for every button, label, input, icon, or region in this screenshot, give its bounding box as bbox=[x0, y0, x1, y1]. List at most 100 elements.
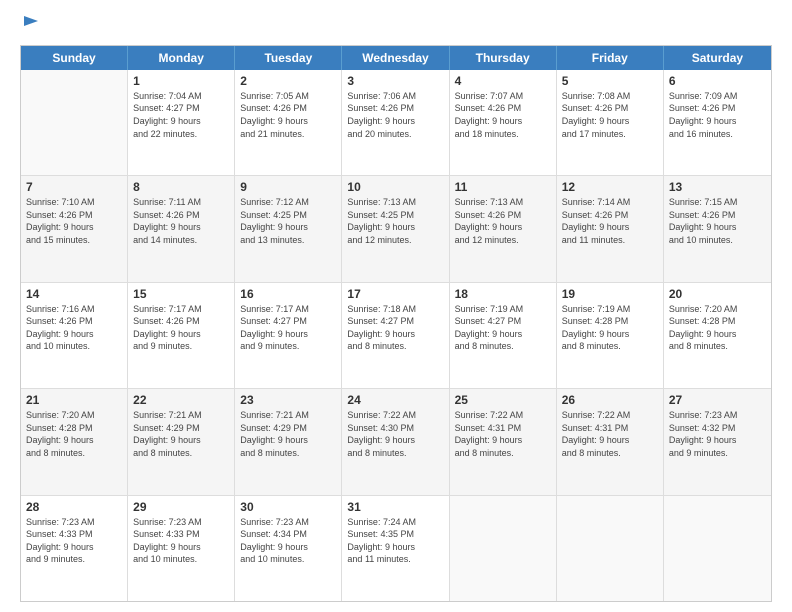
day-info: Sunrise: 7:23 AM Sunset: 4:33 PM Dayligh… bbox=[26, 516, 122, 566]
day-info: Sunrise: 7:07 AM Sunset: 4:26 PM Dayligh… bbox=[455, 90, 551, 140]
day-info: Sunrise: 7:24 AM Sunset: 4:35 PM Dayligh… bbox=[347, 516, 443, 566]
day-number: 19 bbox=[562, 287, 658, 301]
day-info: Sunrise: 7:17 AM Sunset: 4:27 PM Dayligh… bbox=[240, 303, 336, 353]
day-info: Sunrise: 7:05 AM Sunset: 4:26 PM Dayligh… bbox=[240, 90, 336, 140]
calendar-cell: 27 Sunrise: 7:23 AM Sunset: 4:32 PM Dayli… bbox=[664, 389, 771, 494]
day-number: 24 bbox=[347, 393, 443, 407]
calendar-cell: 17Sunrise: 7:18 AM Sunset: 4:27 PM Dayli… bbox=[342, 283, 449, 388]
calendar-cell: 24 Sunrise: 7:22 AM Sunset: 4:30 PM Dayli… bbox=[342, 389, 449, 494]
header bbox=[20, 16, 772, 37]
day-number: 2 bbox=[240, 74, 336, 88]
calendar-cell: 26 Sunrise: 7:22 AM Sunset: 4:31 PM Dayli… bbox=[557, 389, 664, 494]
day-number: 15 bbox=[133, 287, 229, 301]
day-number: 8 bbox=[133, 180, 229, 194]
day-info: Sunrise: 7:04 AM Sunset: 4:27 PM Dayligh… bbox=[133, 90, 229, 140]
calendar-cell: 8 Sunrise: 7:11 AM Sunset: 4:26 PM Daylig… bbox=[128, 176, 235, 281]
day-info: Sunrise: 7:09 AM Sunset: 4:26 PM Dayligh… bbox=[669, 90, 766, 140]
calendar-cell: 23 Sunrise: 7:21 AM Sunset: 4:29 PM Dayli… bbox=[235, 389, 342, 494]
day-info: Sunrise: 7:16 AM Sunset: 4:26 PM Dayligh… bbox=[26, 303, 122, 353]
weekday-header-monday: Monday bbox=[128, 46, 235, 70]
day-info: Sunrise: 7:21 AM Sunset: 4:29 PM Dayligh… bbox=[133, 409, 229, 459]
day-info: Sunrise: 7:13 AM Sunset: 4:26 PM Dayligh… bbox=[455, 196, 551, 246]
calendar-cell: 3 Sunrise: 7:06 AM Sunset: 4:26 PM Daylig… bbox=[342, 70, 449, 175]
day-number: 23 bbox=[240, 393, 336, 407]
calendar-cell: 28 Sunrise: 7:23 AM Sunset: 4:33 PM Dayli… bbox=[21, 496, 128, 601]
day-number: 11 bbox=[455, 180, 551, 194]
day-number: 13 bbox=[669, 180, 766, 194]
day-info: Sunrise: 7:21 AM Sunset: 4:29 PM Dayligh… bbox=[240, 409, 336, 459]
day-number: 3 bbox=[347, 74, 443, 88]
day-info: Sunrise: 7:19 AM Sunset: 4:28 PM Dayligh… bbox=[562, 303, 658, 353]
day-number: 12 bbox=[562, 180, 658, 194]
calendar-cell: 30 Sunrise: 7:23 AM Sunset: 4:34 PM Dayli… bbox=[235, 496, 342, 601]
calendar-cell: 12Sunrise: 7:14 AM Sunset: 4:26 PM Dayli… bbox=[557, 176, 664, 281]
day-number: 29 bbox=[133, 500, 229, 514]
calendar-cell: 14 Sunrise: 7:16 AM Sunset: 4:26 PM Dayli… bbox=[21, 283, 128, 388]
logo-flag-icon bbox=[22, 14, 40, 32]
day-info: Sunrise: 7:20 AM Sunset: 4:28 PM Dayligh… bbox=[669, 303, 766, 353]
logo-text bbox=[20, 16, 40, 37]
day-number: 7 bbox=[26, 180, 122, 194]
day-number: 1 bbox=[133, 74, 229, 88]
calendar-cell: 16 Sunrise: 7:17 AM Sunset: 4:27 PM Dayli… bbox=[235, 283, 342, 388]
calendar-cell: 31Sunrise: 7:24 AM Sunset: 4:35 PM Dayli… bbox=[342, 496, 449, 601]
day-number: 10 bbox=[347, 180, 443, 194]
day-number: 4 bbox=[455, 74, 551, 88]
day-info: Sunrise: 7:08 AM Sunset: 4:26 PM Dayligh… bbox=[562, 90, 658, 140]
calendar-week-1: 1 Sunrise: 7:04 AM Sunset: 4:27 PM Daylig… bbox=[21, 70, 771, 176]
calendar-cell: 4 Sunrise: 7:07 AM Sunset: 4:26 PM Daylig… bbox=[450, 70, 557, 175]
day-info: Sunrise: 7:22 AM Sunset: 4:31 PM Dayligh… bbox=[562, 409, 658, 459]
calendar-cell: 29 Sunrise: 7:23 AM Sunset: 4:33 PM Dayli… bbox=[128, 496, 235, 601]
day-number: 17 bbox=[347, 287, 443, 301]
weekday-header-tuesday: Tuesday bbox=[235, 46, 342, 70]
day-number: 9 bbox=[240, 180, 336, 194]
weekday-header-sunday: Sunday bbox=[21, 46, 128, 70]
day-info: Sunrise: 7:23 AM Sunset: 4:34 PM Dayligh… bbox=[240, 516, 336, 566]
day-info: Sunrise: 7:06 AM Sunset: 4:26 PM Dayligh… bbox=[347, 90, 443, 140]
calendar-week-3: 14 Sunrise: 7:16 AM Sunset: 4:26 PM Dayli… bbox=[21, 283, 771, 389]
weekday-header-saturday: Saturday bbox=[664, 46, 771, 70]
day-number: 27 bbox=[669, 393, 766, 407]
calendar-cell: 21 Sunrise: 7:20 AM Sunset: 4:28 PM Dayli… bbox=[21, 389, 128, 494]
calendar-cell: 9 Sunrise: 7:12 AM Sunset: 4:25 PM Daylig… bbox=[235, 176, 342, 281]
day-number: 21 bbox=[26, 393, 122, 407]
day-number: 16 bbox=[240, 287, 336, 301]
day-info: Sunrise: 7:10 AM Sunset: 4:26 PM Dayligh… bbox=[26, 196, 122, 246]
weekday-header-friday: Friday bbox=[557, 46, 664, 70]
calendar-cell: 25Sunrise: 7:22 AM Sunset: 4:31 PM Dayli… bbox=[450, 389, 557, 494]
logo bbox=[20, 16, 40, 37]
day-info: Sunrise: 7:12 AM Sunset: 4:25 PM Dayligh… bbox=[240, 196, 336, 246]
calendar-week-4: 21 Sunrise: 7:20 AM Sunset: 4:28 PM Dayli… bbox=[21, 389, 771, 495]
calendar-cell: 7 Sunrise: 7:10 AM Sunset: 4:26 PM Daylig… bbox=[21, 176, 128, 281]
day-info: Sunrise: 7:23 AM Sunset: 4:33 PM Dayligh… bbox=[133, 516, 229, 566]
day-number: 18 bbox=[455, 287, 551, 301]
calendar-header: SundayMondayTuesdayWednesdayThursdayFrid… bbox=[21, 46, 771, 70]
day-info: Sunrise: 7:23 AM Sunset: 4:32 PM Dayligh… bbox=[669, 409, 766, 459]
calendar-cell: 22 Sunrise: 7:21 AM Sunset: 4:29 PM Dayli… bbox=[128, 389, 235, 494]
calendar-body: 1 Sunrise: 7:04 AM Sunset: 4:27 PM Daylig… bbox=[21, 70, 771, 601]
day-info: Sunrise: 7:11 AM Sunset: 4:26 PM Dayligh… bbox=[133, 196, 229, 246]
day-number: 5 bbox=[562, 74, 658, 88]
day-number: 30 bbox=[240, 500, 336, 514]
day-info: Sunrise: 7:20 AM Sunset: 4:28 PM Dayligh… bbox=[26, 409, 122, 459]
calendar-cell: 11 Sunrise: 7:13 AM Sunset: 4:26 PM Dayli… bbox=[450, 176, 557, 281]
day-number: 28 bbox=[26, 500, 122, 514]
calendar-cell: 1 Sunrise: 7:04 AM Sunset: 4:27 PM Daylig… bbox=[128, 70, 235, 175]
calendar-week-5: 28 Sunrise: 7:23 AM Sunset: 4:33 PM Dayli… bbox=[21, 496, 771, 601]
day-info: Sunrise: 7:22 AM Sunset: 4:31 PM Dayligh… bbox=[455, 409, 551, 459]
calendar-cell: 18Sunrise: 7:19 AM Sunset: 4:27 PM Dayli… bbox=[450, 283, 557, 388]
day-info: Sunrise: 7:22 AM Sunset: 4:30 PM Dayligh… bbox=[347, 409, 443, 459]
calendar-cell: 19 Sunrise: 7:19 AM Sunset: 4:28 PM Dayli… bbox=[557, 283, 664, 388]
calendar-cell bbox=[21, 70, 128, 175]
day-number: 14 bbox=[26, 287, 122, 301]
page: SundayMondayTuesdayWednesdayThursdayFrid… bbox=[0, 0, 792, 612]
day-number: 22 bbox=[133, 393, 229, 407]
calendar-cell: 20Sunrise: 7:20 AM Sunset: 4:28 PM Dayli… bbox=[664, 283, 771, 388]
calendar-cell: 10Sunrise: 7:13 AM Sunset: 4:25 PM Dayli… bbox=[342, 176, 449, 281]
day-number: 26 bbox=[562, 393, 658, 407]
calendar-cell: 2 Sunrise: 7:05 AM Sunset: 4:26 PM Daylig… bbox=[235, 70, 342, 175]
calendar-cell: 15Sunrise: 7:17 AM Sunset: 4:26 PM Dayli… bbox=[128, 283, 235, 388]
calendar-cell: 13Sunrise: 7:15 AM Sunset: 4:26 PM Dayli… bbox=[664, 176, 771, 281]
calendar: SundayMondayTuesdayWednesdayThursdayFrid… bbox=[20, 45, 772, 602]
calendar-cell: 5 Sunrise: 7:08 AM Sunset: 4:26 PM Daylig… bbox=[557, 70, 664, 175]
